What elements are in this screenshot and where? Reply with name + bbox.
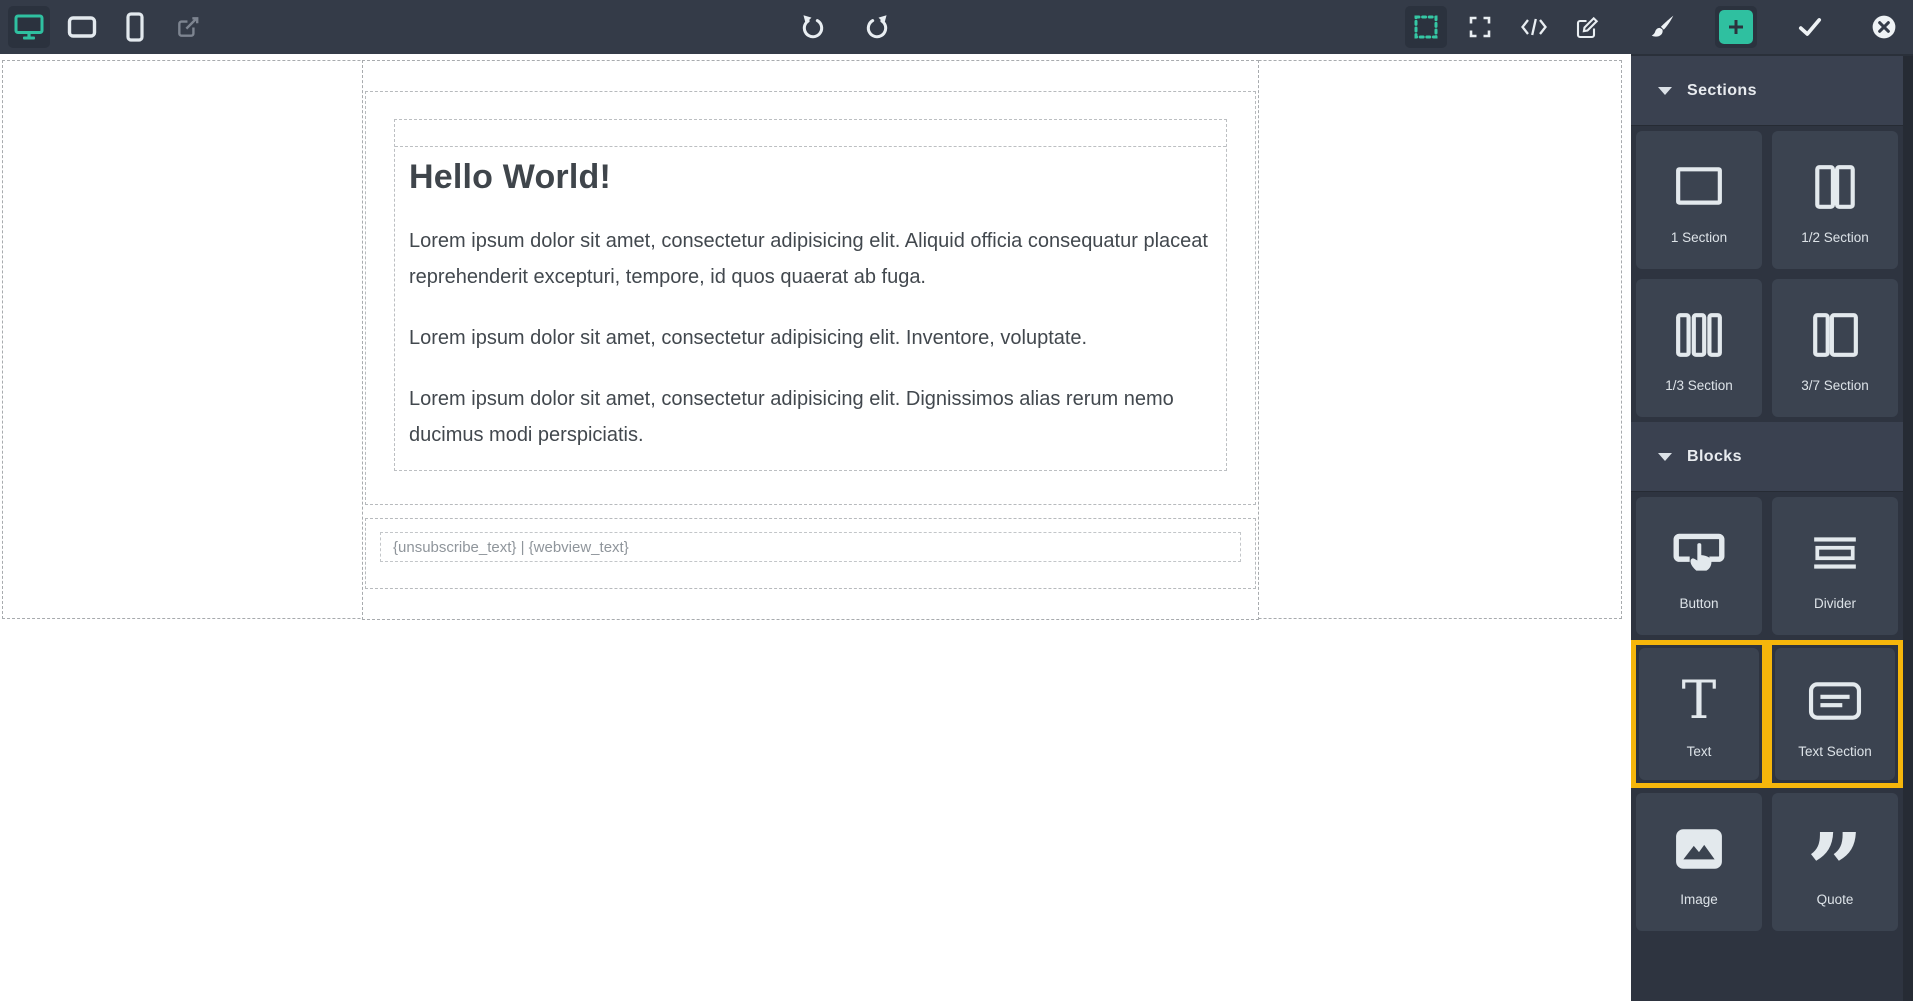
text-section-block-icon: [1805, 670, 1865, 732]
tile-image-block[interactable]: Image: [1631, 788, 1767, 936]
sidebar-scrollbar[interactable]: [1903, 56, 1913, 1001]
tile-label: Divider: [1813, 595, 1856, 611]
close-button[interactable]: [1863, 6, 1905, 48]
chevron-down-icon: [1658, 86, 1672, 95]
blocks-header[interactable]: Blocks: [1631, 422, 1903, 492]
tile-three-seven-section[interactable]: 3/7 Section: [1767, 274, 1903, 422]
tile-label: Button: [1679, 595, 1719, 611]
empty-text-row[interactable]: [395, 120, 1226, 147]
one-section-icon: [1669, 156, 1729, 218]
add-block-button[interactable]: [1715, 6, 1757, 48]
tile-button-block[interactable]: Button: [1631, 492, 1767, 640]
blocks-sidebar: Sections 1 Section 1/2 Section 1/3 Secti…: [1631, 54, 1913, 1001]
email-canvas[interactable]: Hello World! Lorem ipsum dolor sit amet,…: [0, 54, 1631, 1001]
chevron-down-icon: [1658, 452, 1672, 461]
email-paragraph[interactable]: Lorem ipsum dolor sit amet, consectetur …: [409, 320, 1212, 356]
sections-header-label: Sections: [1687, 81, 1757, 99]
footer-section-block[interactable]: {unsubscribe_text} | {webview_text}: [365, 518, 1256, 589]
tile-1-section[interactable]: 1 Section: [1631, 126, 1767, 274]
code-view-button[interactable]: [1513, 6, 1555, 48]
tile-label: Text Section: [1798, 743, 1872, 759]
external-preview-button[interactable]: [167, 6, 209, 48]
third-section-icon: [1669, 304, 1729, 366]
tile-label: 1 Section: [1670, 229, 1728, 245]
tile-label: 1/3 Section: [1665, 377, 1733, 393]
half-section-icon: [1805, 156, 1865, 218]
mobile-icon: [125, 12, 145, 42]
dotted-square-icon: [1412, 13, 1440, 41]
undo-button[interactable]: [792, 6, 834, 48]
check-icon: [1797, 14, 1823, 40]
redo-button[interactable]: [856, 6, 898, 48]
desktop-preview-button[interactable]: [8, 6, 50, 48]
tile-quote-block[interactable]: ” Quote: [1767, 788, 1903, 936]
text-block[interactable]: Hello World! Lorem ipsum dolor sit amet,…: [394, 119, 1227, 471]
tile-text-block[interactable]: T Text: [1631, 640, 1767, 788]
tile-third-section[interactable]: 1/3 Section: [1631, 274, 1767, 422]
plus-icon: [1719, 10, 1753, 44]
edit-square-icon: [1575, 14, 1601, 40]
unsubscribe-webview-block[interactable]: {unsubscribe_text} | {webview_text}: [380, 532, 1241, 562]
tablet-preview-button[interactable]: [61, 6, 103, 48]
button-block-icon: [1670, 522, 1728, 584]
toggle-borders-button[interactable]: [1405, 6, 1447, 48]
text-section-block[interactable]: Hello World! Lorem ipsum dolor sit amet,…: [365, 91, 1256, 505]
mobile-preview-button[interactable]: [114, 6, 156, 48]
email-paragraph[interactable]: Lorem ipsum dolor sit amet, consectetur …: [409, 223, 1212, 295]
device-preview-group: [8, 0, 209, 54]
three-seven-section-icon: [1805, 304, 1865, 366]
tile-half-section[interactable]: 1/2 Section: [1767, 126, 1903, 274]
tablet-icon: [67, 15, 97, 39]
fullscreen-button[interactable]: [1459, 6, 1501, 48]
sections-header[interactable]: Sections: [1631, 56, 1903, 126]
image-block-icon: [1669, 818, 1729, 880]
tile-text-section-block[interactable]: Text Section: [1767, 640, 1903, 788]
email-body-frame[interactable]: Hello World! Lorem ipsum dolor sit amet,…: [2, 60, 1622, 620]
tile-label: 3/7 Section: [1801, 377, 1869, 393]
blocks-header-label: Blocks: [1687, 447, 1742, 465]
quote-block-icon: ”: [1806, 811, 1864, 929]
paintbrush-icon: [1649, 14, 1675, 40]
apply-button[interactable]: [1789, 6, 1831, 48]
fullscreen-icon: [1468, 15, 1492, 39]
actions-group: [1405, 0, 1905, 54]
email-heading[interactable]: Hello World!: [409, 158, 1212, 197]
desktop-icon: [14, 13, 44, 41]
code-icon: [1520, 15, 1548, 39]
email-container[interactable]: Hello World! Lorem ipsum dolor sit amet,…: [362, 60, 1259, 620]
email-paragraph[interactable]: Lorem ipsum dolor sit amet, consectetur …: [409, 381, 1212, 453]
tile-label: 1/2 Section: [1801, 229, 1869, 245]
tile-label: Image: [1680, 891, 1718, 907]
top-toolbar: [0, 0, 1913, 54]
redo-icon: [864, 14, 890, 40]
tile-label: Text: [1686, 743, 1712, 759]
history-group: [792, 0, 898, 54]
tile-divider-block[interactable]: Divider: [1767, 492, 1903, 640]
edit-button[interactable]: [1567, 6, 1609, 48]
close-icon: [1871, 14, 1897, 40]
undo-icon: [800, 14, 826, 40]
paintbrush-button[interactable]: [1641, 6, 1683, 48]
text-block-icon: T: [1681, 670, 1717, 731]
external-link-icon: [175, 14, 201, 40]
editor-main: Hello World! Lorem ipsum dolor sit amet,…: [0, 54, 1913, 1001]
divider-block-icon: [1805, 522, 1865, 584]
